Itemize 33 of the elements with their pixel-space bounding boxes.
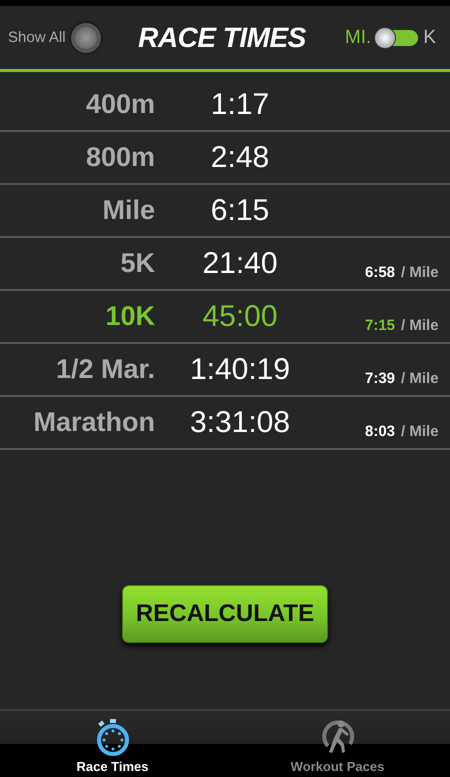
pace-unit: / Mile xyxy=(401,264,439,281)
runner-icon xyxy=(320,718,356,756)
pace-value: 6:58 xyxy=(365,264,396,281)
race-distance[interactable]: 5K xyxy=(120,248,155,279)
show-all-label: Show All xyxy=(8,29,66,46)
race-time[interactable]: 45:00 xyxy=(202,300,278,334)
race-distance[interactable]: Marathon xyxy=(34,407,155,438)
race-time[interactable]: 2:48 xyxy=(210,140,270,174)
pace-value: 8:03 xyxy=(365,423,396,440)
pace-value: 7:39 xyxy=(365,370,396,387)
pace-unit: / Mile xyxy=(401,423,439,440)
race-time[interactable]: 6:15 xyxy=(210,194,270,228)
unit-label[interactable]: K xyxy=(423,26,436,48)
tab-bar-item[interactable]: Workout Paces xyxy=(225,711,450,777)
race-distance[interactable]: 1/2 Mar. xyxy=(56,354,155,385)
race-time[interactable]: 3:31:08 xyxy=(190,406,290,440)
show-all-toggle[interactable] xyxy=(70,22,101,52)
unit-label[interactable]: MI. xyxy=(344,26,372,48)
race-time[interactable]: 1:40:19 xyxy=(190,352,290,386)
recalculate-button[interactable]: RECALCULATE xyxy=(122,585,328,643)
race-time[interactable]: 1:17 xyxy=(210,88,270,122)
race-distance[interactable]: 800m xyxy=(86,142,155,173)
race-distance[interactable]: 10K xyxy=(105,301,155,332)
pace-value: 7:15 xyxy=(365,317,396,334)
race-distance[interactable]: 400m xyxy=(86,89,155,120)
screen-title: RACE TIMES xyxy=(138,22,306,54)
pace-unit: / Mile xyxy=(401,317,439,334)
stopwatch-icon xyxy=(94,718,130,756)
tab-bar-item[interactable]: Race Times xyxy=(0,711,225,777)
pace-unit: / Mile xyxy=(401,370,439,387)
unit-switch[interactable] xyxy=(376,30,418,46)
race-time[interactable]: 21:40 xyxy=(202,246,278,280)
race-distance[interactable]: Mile xyxy=(102,195,155,226)
